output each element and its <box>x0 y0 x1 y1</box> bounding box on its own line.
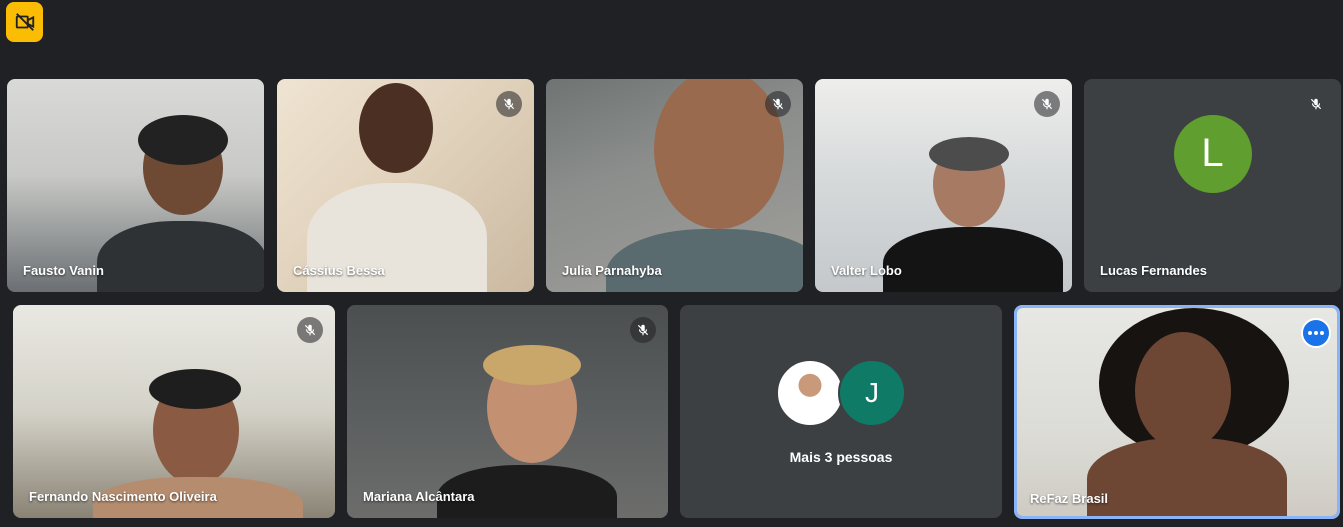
no-video-icon <box>15 13 34 31</box>
mic-off-icon <box>1303 91 1329 117</box>
participant-tile[interactable]: Cássius Bessa <box>277 79 534 292</box>
participant-tile[interactable]: Fernando Nascimento Oliveira <box>13 305 335 518</box>
participant-avatar <box>776 359 844 427</box>
participant-video <box>13 305 335 518</box>
mic-off-icon <box>765 91 791 117</box>
participant-tile[interactable]: Fausto Vanin <box>7 79 264 292</box>
more-people-tile[interactable]: J Mais 3 pessoas <box>680 305 1002 518</box>
participant-video <box>815 79 1072 292</box>
participant-name: Julia Parnahyba <box>562 263 662 278</box>
participant-tile[interactable]: Mariana Alcântara <box>347 305 668 518</box>
participant-tile[interactable]: L Lucas Fernandes <box>1084 79 1341 292</box>
participant-avatar: L <box>1173 114 1252 193</box>
participant-name: ReFaz Brasil <box>1030 491 1109 506</box>
participant-tile[interactable]: ReFaz Brasil <box>1014 305 1340 519</box>
mic-off-icon <box>496 91 522 117</box>
camera-off-badge[interactable] <box>6 2 43 42</box>
participant-video <box>7 79 264 292</box>
participant-video <box>277 79 534 292</box>
participant-video <box>347 305 668 518</box>
participant-video <box>1017 308 1337 516</box>
mic-off-icon <box>630 317 656 343</box>
participant-name: Valter Lobo <box>831 263 902 278</box>
more-people-avatars: J <box>776 359 906 427</box>
mic-off-icon <box>1034 91 1060 117</box>
participant-name: Cássius Bessa <box>293 263 385 278</box>
mic-off-icon <box>297 317 323 343</box>
participant-tile[interactable]: Valter Lobo <box>815 79 1072 292</box>
participant-name: Fausto Vanin <box>23 263 104 278</box>
participant-name: Mariana Alcântara <box>363 489 475 504</box>
participant-tile[interactable]: Julia Parnahyba <box>546 79 803 292</box>
more-people-label: Mais 3 pessoas <box>789 449 893 465</box>
participant-name: Lucas Fernandes <box>1100 263 1207 278</box>
more-options-button[interactable] <box>1301 318 1331 348</box>
meeting-grid: Fausto Vanin Cássius Bessa Julia Parnahy… <box>0 0 1343 527</box>
participant-name: Fernando Nascimento Oliveira <box>29 489 217 504</box>
participant-video <box>546 79 803 292</box>
participant-avatar: J <box>838 359 906 427</box>
more-horiz-icon <box>1308 331 1324 335</box>
